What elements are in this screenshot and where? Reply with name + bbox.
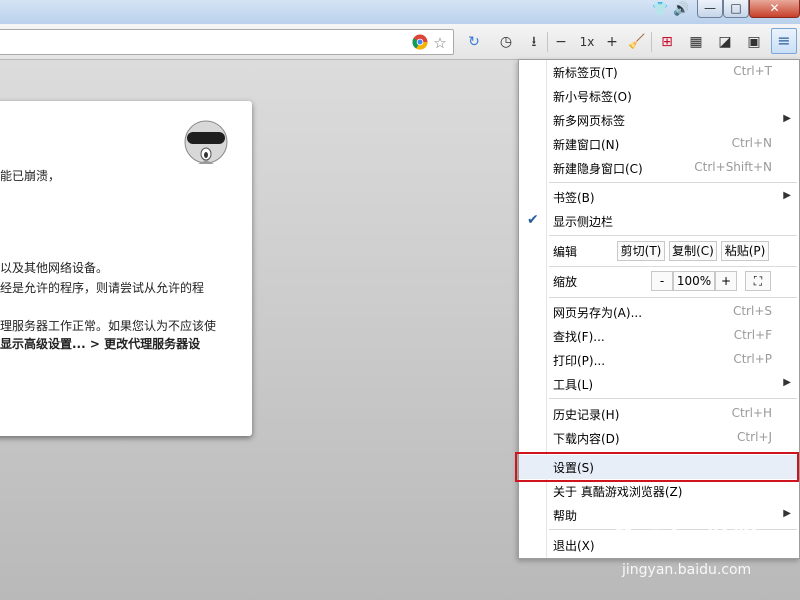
zoom-value: 100% <box>673 271 715 291</box>
submenu-arrow-icon: ▶ <box>783 508 791 519</box>
minimize-button[interactable]: — <box>697 0 723 18</box>
menu-item-find[interactable]: 查找(F)... Ctrl+F <box>519 324 799 348</box>
error-line-3: 经是允许的程序，则请尝试从允许的程 <box>0 281 205 295</box>
crash-mascot-icon <box>184 120 228 164</box>
bookmark-star-icon[interactable]: ☆ <box>431 34 449 52</box>
refresh-user-icon[interactable]: ↻ <box>462 30 486 54</box>
error-line-5: 显示高级设置... > 更改代理服务器设 <box>0 337 201 351</box>
menu-item-bookmarks[interactable]: 书签(B) ▶ <box>519 185 799 209</box>
screenshot-icon[interactable]: ◪ <box>713 30 737 54</box>
checkmark-icon: ✔ <box>527 212 539 228</box>
menu-item-history[interactable]: 历史记录(H) Ctrl+H <box>519 402 799 426</box>
menu-item-about[interactable]: 关于 真酷游戏浏览器(Z) <box>519 479 799 503</box>
error-line-1: 能已崩溃， <box>0 169 61 183</box>
settings-highlight-box <box>515 452 799 482</box>
close-button[interactable]: ✕ <box>749 0 800 18</box>
watermark-brand: Baidu 经验 <box>614 522 759 552</box>
menu-item-tools[interactable]: 工具(L) ▶ <box>519 372 799 396</box>
error-line-2: 以及其他网络设备。 <box>0 261 109 275</box>
menu-item-edit: 编辑 剪切(T) 复制(C) 粘贴(P) <box>519 239 799 265</box>
submenu-arrow-icon: ▶ <box>783 190 791 201</box>
window-icon[interactable]: ▣ <box>742 30 766 54</box>
menu-item-new-incognito[interactable]: 新建隐身窗口(C) Ctrl+Shift+N <box>519 156 799 180</box>
fullscreen-icon[interactable]: ⛶ <box>745 271 771 291</box>
zoom-in-icon[interactable]: + <box>600 30 624 54</box>
menu-item-save-as[interactable]: 网页另存为(A)... Ctrl+S <box>519 300 799 324</box>
address-bar[interactable]: ☆ <box>0 29 454 55</box>
history-clock-icon[interactable]: ◷ <box>494 30 518 54</box>
menu-item-downloads[interactable]: 下载内容(D) Ctrl+J <box>519 426 799 450</box>
download-icon[interactable]: ⭳ <box>522 30 546 54</box>
zoom-in-button[interactable]: + <box>715 271 737 291</box>
mosaic-icon[interactable]: ▦ <box>684 30 708 54</box>
copy-button[interactable]: 复制(C) <box>669 241 717 261</box>
tshirt-icon[interactable]: 👕 <box>652 2 668 17</box>
title-bar: 👕 🔊 — □ ✕ <box>0 0 800 24</box>
submenu-arrow-icon: ▶ <box>783 113 791 124</box>
main-menu-button[interactable]: ≡ <box>771 28 797 54</box>
submenu-arrow-icon: ▶ <box>783 377 791 388</box>
menu-item-new-window[interactable]: 新建窗口(N) Ctrl+N <box>519 132 799 156</box>
browser-toolbar: ☆ ↻ ◷ ⭳ − 1x + 🧹 ⊞ ▦ ◪ ▣ ≡ <box>0 24 800 60</box>
watermark-url: jingyan.baidu.com <box>622 562 752 578</box>
menu-item-show-sidebar[interactable]: ✔ 显示侧边栏 <box>519 209 799 233</box>
menu-item-print[interactable]: 打印(P)... Ctrl+P <box>519 348 799 372</box>
zoom-level[interactable]: 1x <box>575 30 599 54</box>
paste-button[interactable]: 粘贴(P) <box>721 241 769 261</box>
maximize-button[interactable]: □ <box>723 0 749 18</box>
menu-item-new-alt-tab[interactable]: 新小号标签(O) <box>519 84 799 108</box>
main-menu: 新标签页(T) Ctrl+T 新小号标签(O) 新多网页标签 ▶ 新建窗口(N) Ct… <box>518 59 800 559</box>
chrome-logo-icon <box>411 34 429 52</box>
cut-button[interactable]: 剪切(T) <box>617 241 665 261</box>
menu-item-new-tab[interactable]: 新标签页(T) Ctrl+T <box>519 60 799 84</box>
speaker-icon[interactable]: 🔊 <box>673 2 689 17</box>
zoom-out-button[interactable]: - <box>651 271 673 291</box>
menu-item-new-multi-tab[interactable]: 新多网页标签 ▶ <box>519 108 799 132</box>
zoom-out-icon[interactable]: − <box>549 30 573 54</box>
broom-icon[interactable]: 🧹 <box>625 30 649 54</box>
menu-item-zoom: 缩放 - 100% + ⛶ <box>519 269 799 295</box>
red-cross-icon[interactable]: ⊞ <box>655 30 679 54</box>
error-line-4: 理服务器工作正常。如果您认为不应该使 <box>0 319 217 333</box>
